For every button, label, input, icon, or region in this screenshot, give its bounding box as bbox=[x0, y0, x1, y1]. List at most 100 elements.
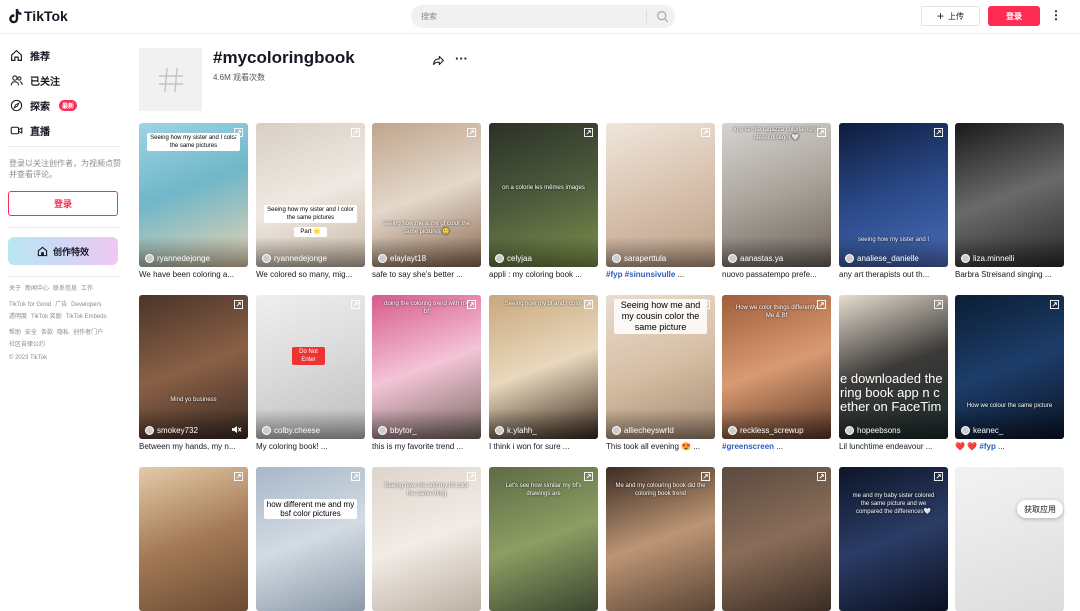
video-author[interactable]: ryannedejonge bbox=[145, 254, 210, 263]
footer-link[interactable]: 新闻中心 bbox=[25, 286, 49, 292]
video-card[interactable]: doing the coloring trend with my bf bbyto… bbox=[372, 295, 481, 451]
video-card[interactable]: Let's see how similar my bf's drawings a… bbox=[489, 467, 598, 611]
footer-link[interactable]: 创作者门户 bbox=[73, 330, 103, 336]
video-author[interactable]: analiese_danielle bbox=[845, 254, 919, 263]
video-author[interactable]: reckless_screwup bbox=[728, 426, 804, 435]
get-app-button[interactable]: 获取应用 bbox=[1017, 500, 1063, 518]
video-author[interactable]: hopeebsons bbox=[845, 426, 901, 435]
video-caption[interactable]: This took all evening 😍 ... bbox=[606, 442, 715, 451]
video-caption[interactable]: appli : my coloring book ... bbox=[489, 270, 598, 279]
video-card[interactable]: seeing how my sister and Ianaliese_danie… bbox=[839, 123, 948, 279]
video-card[interactable]: e downloaded the ring book app n c ether… bbox=[839, 295, 948, 451]
video-author[interactable]: alliecheyswrld bbox=[612, 426, 674, 435]
video-caption[interactable]: We colored so many, mig... bbox=[256, 270, 365, 279]
video-card[interactable]: seeing how me & my gf color the same pic… bbox=[372, 123, 481, 279]
video-caption[interactable]: safe to say she's better ... bbox=[372, 270, 481, 279]
video-author[interactable]: liza.minnelli bbox=[961, 254, 1014, 263]
video-caption[interactable]: Barbra Streisand singing ... bbox=[955, 270, 1064, 279]
video-author[interactable]: elaylayt18 bbox=[378, 254, 426, 263]
footer-link[interactable]: 安全 bbox=[25, 330, 37, 336]
video-caption[interactable]: nuovo passatempo prefe... bbox=[722, 270, 831, 279]
video-thumbnail[interactable]: Seeing how my bf and I color k.ylahh_ bbox=[489, 295, 598, 439]
footer-link[interactable]: 帮助 bbox=[9, 330, 21, 336]
footer-link[interactable]: 社区自律公约 bbox=[9, 342, 45, 348]
sidebar-login-button[interactable]: 登录 bbox=[8, 191, 118, 216]
video-author[interactable]: aanastas.ya bbox=[728, 254, 783, 263]
sidebar-item-recommended[interactable]: 推荐 bbox=[10, 48, 50, 63]
footer-link[interactable]: 广告 bbox=[55, 302, 67, 308]
share-icon[interactable] bbox=[432, 54, 445, 67]
upload-button[interactable]: + 上传 bbox=[921, 6, 980, 26]
video-caption[interactable]: Lil lunchtime endeavour ... bbox=[839, 442, 948, 451]
video-card[interactable]: Seeing how my sister and I color the sam… bbox=[139, 123, 248, 279]
video-thumbnail[interactable]: saraperttula bbox=[606, 123, 715, 267]
video-card[interactable]: Mind yo business smokey732 Between my hand… bbox=[139, 295, 248, 451]
video-caption[interactable]: any art therapists out th... bbox=[839, 270, 948, 279]
sidebar-item-live[interactable]: 直播 bbox=[10, 123, 50, 138]
video-author[interactable]: bbytor_ bbox=[378, 426, 417, 435]
more-options-icon[interactable]: ⋮ bbox=[1050, 8, 1062, 22]
video-caption[interactable]: #fyp #sinunsivulle ... bbox=[606, 270, 715, 279]
video-thumbnail[interactable]: Mind yo business smokey732 bbox=[139, 295, 248, 439]
video-author[interactable]: k.ylahh_ bbox=[495, 426, 537, 435]
video-thumbnail[interactable]: Seeing how me and my cousin color the sa… bbox=[606, 295, 715, 439]
video-author[interactable]: smokey732 bbox=[145, 426, 198, 435]
sidebar-item-following[interactable]: 已关注 bbox=[10, 73, 60, 88]
video-caption[interactable]: I think i won for sure ... bbox=[489, 442, 598, 451]
video-thumbnail[interactable]: How we colour the same picture keanec_ bbox=[955, 295, 1064, 439]
video-card[interactable] bbox=[722, 467, 831, 611]
footer-link[interactable]: 条款 bbox=[41, 330, 53, 336]
create-effects-button[interactable]: 创作特效 bbox=[8, 237, 118, 265]
video-thumbnail[interactable]: Me and my colouring book did the colorin… bbox=[606, 467, 715, 611]
video-card[interactable]: Do Not Enter colby.cheese My coloring book… bbox=[256, 295, 365, 451]
video-caption[interactable]: this is my favorite trend ... bbox=[372, 442, 481, 451]
footer-link[interactable]: TikTok 奖励 bbox=[31, 314, 62, 320]
more-actions-icon[interactable]: ··· bbox=[455, 51, 468, 66]
footer-link[interactable]: 透明度 bbox=[9, 314, 27, 320]
footer-link[interactable]: 联系信息 bbox=[53, 286, 77, 292]
video-card[interactable] bbox=[955, 467, 1064, 611]
video-card[interactable]: Seeing how my bf and I color k.ylahh_ I th… bbox=[489, 295, 598, 451]
video-author[interactable]: celyjaa bbox=[495, 254, 532, 263]
search-icon[interactable] bbox=[656, 10, 669, 23]
caption-hashtag[interactable]: #fyp bbox=[979, 442, 995, 451]
footer-link[interactable]: 工作 bbox=[81, 286, 93, 292]
video-card[interactable]: io e la mia ragazza coloriamo gli stessi… bbox=[722, 123, 831, 279]
video-thumbnail[interactable]: how different me and my bsf color pictur… bbox=[256, 467, 365, 611]
video-thumbnail[interactable]: How we color things differently Me & Bf r… bbox=[722, 295, 831, 439]
mute-icon[interactable] bbox=[231, 425, 242, 434]
video-card[interactable]: Seeing how me and my cousin color the sa… bbox=[606, 295, 715, 451]
video-thumbnail[interactable]: on a colorie les mêmes images celyjaa bbox=[489, 123, 598, 267]
login-button[interactable]: 登录 bbox=[988, 6, 1040, 26]
sidebar-item-explore[interactable]: 探索 最新 bbox=[10, 98, 78, 113]
video-thumbnail[interactable]: Let's see how similar my bf's drawings a… bbox=[489, 467, 598, 611]
video-thumbnail[interactable]: doing the coloring trend with my bf bbyto… bbox=[372, 295, 481, 439]
video-thumbnail[interactable] bbox=[722, 467, 831, 611]
video-card[interactable]: how different me and my bsf color pictur… bbox=[256, 467, 365, 611]
video-author[interactable]: colby.cheese bbox=[262, 426, 320, 435]
video-thumbnail[interactable]: seeing how me & my gf color the same pic… bbox=[372, 123, 481, 267]
video-caption[interactable]: ❤️ ❤️ #fyp ... bbox=[955, 442, 1064, 451]
footer-link[interactable]: TikTok Embeds bbox=[66, 314, 107, 320]
video-thumbnail[interactable]: Seeing how my sister and I color the sam… bbox=[139, 123, 248, 267]
search-bar[interactable]: 搜索 bbox=[411, 5, 675, 28]
video-caption[interactable]: #greenscreen ... bbox=[722, 442, 831, 451]
video-thumbnail[interactable]: seeing how my sister and Ianaliese_danie… bbox=[839, 123, 948, 267]
video-card[interactable]: liza.minnelli Barbra Streisand singing ..… bbox=[955, 123, 1064, 279]
tiktok-logo[interactable]: TikTok bbox=[9, 8, 68, 24]
video-card[interactable] bbox=[139, 467, 248, 611]
video-thumbnail[interactable]: io e la mia ragazza coloriamo gli stessi… bbox=[722, 123, 831, 267]
caption-hashtag[interactable]: #fyp #sinunsivulle bbox=[606, 270, 675, 279]
video-caption[interactable]: Between my hands, my n... bbox=[139, 442, 248, 451]
video-card[interactable]: on a colorie les mêmes images celyjaa appl… bbox=[489, 123, 598, 279]
caption-hashtag[interactable]: #greenscreen bbox=[722, 442, 774, 451]
video-caption[interactable]: We have been coloring a... bbox=[139, 270, 248, 279]
video-author[interactable]: keanec_ bbox=[961, 426, 1003, 435]
video-author[interactable]: saraperttula bbox=[612, 254, 666, 263]
video-caption[interactable]: My coloring book! ... bbox=[256, 442, 365, 451]
video-card[interactable]: How we colour the same picture keanec_ ❤️ … bbox=[955, 295, 1064, 451]
video-thumbnail[interactable] bbox=[955, 467, 1064, 611]
video-card[interactable]: saraperttula #fyp #sinunsivulle ... bbox=[606, 123, 715, 279]
search-input[interactable]: 搜索 bbox=[421, 11, 437, 22]
video-card[interactable]: Seeing how my sister and I color the sam… bbox=[256, 123, 365, 279]
